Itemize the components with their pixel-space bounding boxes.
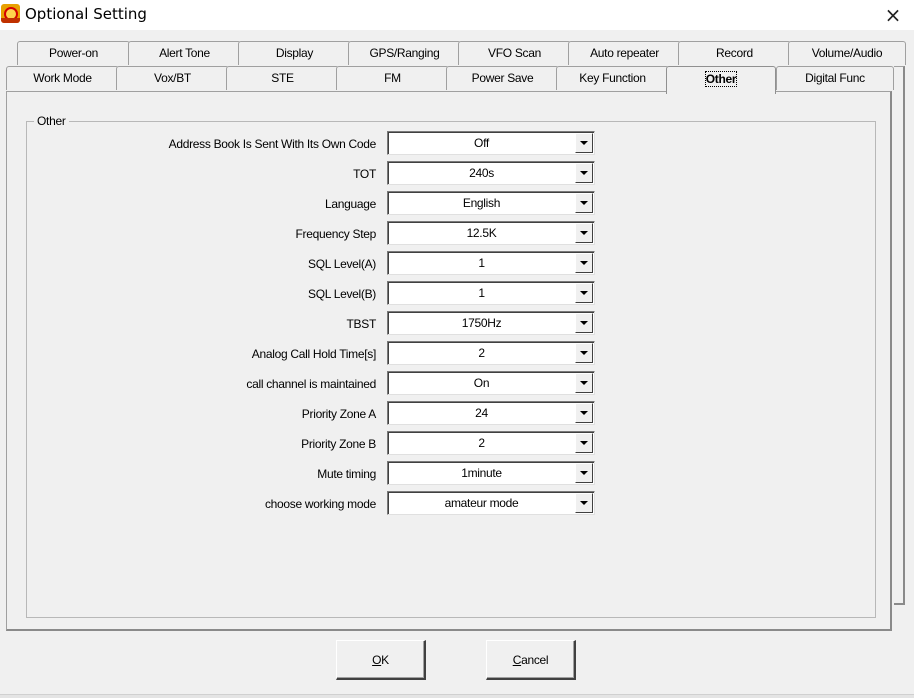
- tot-select[interactable]: 240s: [387, 161, 595, 185]
- dropdown-button[interactable]: [575, 313, 593, 333]
- app-logo-icon: [1, 4, 20, 23]
- arrow-down-icon: [580, 231, 588, 235]
- arrow-down-icon: [580, 471, 588, 475]
- setting-label: Mute timing: [317, 467, 376, 481]
- arrow-down-icon: [580, 141, 588, 145]
- call-channel-maintained-select[interactable]: On: [387, 371, 595, 395]
- tab-other[interactable]: Other: [666, 66, 776, 94]
- group-label: Other: [34, 114, 69, 128]
- select-value: On: [473, 376, 490, 390]
- tab-ste[interactable]: STE: [226, 66, 339, 90]
- arrow-down-icon: [580, 171, 588, 175]
- arrow-down-icon: [580, 291, 588, 295]
- close-button[interactable]: ×: [872, 0, 914, 30]
- arrow-down-icon: [580, 381, 588, 385]
- dropdown-button[interactable]: [575, 463, 593, 483]
- tab-volume-audio[interactable]: Volume/Audio: [788, 41, 906, 65]
- select-value: English: [462, 196, 501, 210]
- analog-call-hold-time-select[interactable]: 2: [387, 341, 595, 365]
- tab-gps-ranging[interactable]: GPS/Ranging: [348, 41, 461, 65]
- working-mode-select[interactable]: amateur mode: [387, 491, 595, 515]
- setting-label: call channel is maintained: [246, 377, 376, 391]
- cancel-button[interactable]: Cancel: [486, 640, 576, 680]
- window-title: Optional Setting: [25, 5, 147, 23]
- tab-record[interactable]: Record: [678, 41, 791, 65]
- dropdown-button[interactable]: [575, 343, 593, 363]
- cancel-label-rest: ancel: [521, 652, 549, 667]
- cancel-mnemonic: C: [512, 652, 522, 667]
- dropdown-button[interactable]: [575, 193, 593, 213]
- tab-vfo-scan[interactable]: VFO Scan: [458, 41, 571, 65]
- arrow-down-icon: [580, 411, 588, 415]
- arrow-down-icon: [580, 321, 588, 325]
- window-bottom-edge: [0, 694, 914, 698]
- arrow-down-icon: [580, 501, 588, 505]
- select-value: 2: [478, 346, 485, 360]
- frequency-step-select[interactable]: 12.5K: [387, 221, 595, 245]
- tbst-select[interactable]: 1750Hz: [387, 311, 595, 335]
- tab-auto-repeater[interactable]: Auto repeater: [568, 41, 681, 65]
- dropdown-button[interactable]: [575, 403, 593, 423]
- tab-power-on[interactable]: Power-on: [17, 41, 130, 65]
- select-value: 240s: [469, 166, 494, 180]
- tab-key-function[interactable]: Key Function: [556, 66, 669, 90]
- dropdown-button[interactable]: [575, 433, 593, 453]
- dropdown-button[interactable]: [575, 133, 593, 153]
- select-value: 1minute: [461, 466, 502, 480]
- ok-mnemonic: O: [372, 652, 382, 667]
- priority-zone-a-select[interactable]: 24: [387, 401, 595, 425]
- tab-vox-bt[interactable]: Vox/BT: [116, 66, 229, 90]
- setting-label: SQL Level(A): [308, 257, 376, 271]
- dropdown-button[interactable]: [575, 223, 593, 243]
- arrow-down-icon: [580, 261, 588, 265]
- select-value: Off: [474, 136, 489, 150]
- dropdown-button[interactable]: [575, 493, 593, 513]
- tab-work-mode[interactable]: Work Mode: [6, 66, 119, 90]
- select-value: 2: [478, 436, 485, 450]
- arrow-down-icon: [580, 201, 588, 205]
- close-icon: ×: [884, 3, 902, 27]
- select-value: 1750Hz: [461, 316, 502, 330]
- dropdown-button[interactable]: [575, 163, 593, 183]
- tab-power-save[interactable]: Power Save: [446, 66, 559, 90]
- tab-display[interactable]: Display: [238, 41, 351, 65]
- ok-label-rest: K: [381, 652, 389, 667]
- setting-label: choose working mode: [264, 497, 376, 511]
- select-value: 1: [478, 286, 485, 300]
- tab-digital-func[interactable]: Digital Func: [776, 66, 894, 90]
- select-value: 24: [475, 406, 488, 420]
- mute-timing-select[interactable]: 1minute: [387, 461, 595, 485]
- dropdown-button[interactable]: [575, 283, 593, 303]
- tab-panel-edge: [894, 66, 905, 605]
- setting-label: Frequency Step: [295, 227, 376, 241]
- setting-label: Analog Call Hold Time[s]: [251, 347, 377, 361]
- setting-label: Priority Zone A: [301, 407, 377, 421]
- select-value: 1: [478, 256, 485, 270]
- setting-label: SQL Level(B): [308, 287, 376, 301]
- setting-label: TBST: [346, 317, 377, 331]
- dropdown-button[interactable]: [575, 253, 593, 273]
- setting-label: Language: [325, 197, 376, 211]
- tab-alert-tone[interactable]: Alert Tone: [128, 41, 241, 65]
- setting-label: Priority Zone B: [301, 437, 376, 451]
- dropdown-button[interactable]: [575, 373, 593, 393]
- setting-label: TOT: [353, 167, 376, 181]
- sql-level-b-select[interactable]: 1: [387, 281, 595, 305]
- title-bar: Optional Setting ×: [0, 0, 914, 30]
- language-select[interactable]: English: [387, 191, 595, 215]
- address-book-code-select[interactable]: Off: [387, 131, 595, 155]
- select-value: 12.5K: [466, 226, 497, 240]
- arrow-down-icon: [580, 351, 588, 355]
- tab-fm[interactable]: FM: [336, 66, 449, 90]
- sql-level-a-select[interactable]: 1: [387, 251, 595, 275]
- priority-zone-b-select[interactable]: 2: [387, 431, 595, 455]
- setting-label: Address Book Is Sent With Its Own Code: [168, 137, 377, 151]
- ok-button[interactable]: OK: [336, 640, 426, 680]
- select-value: amateur mode: [444, 496, 519, 510]
- arrow-down-icon: [580, 441, 588, 445]
